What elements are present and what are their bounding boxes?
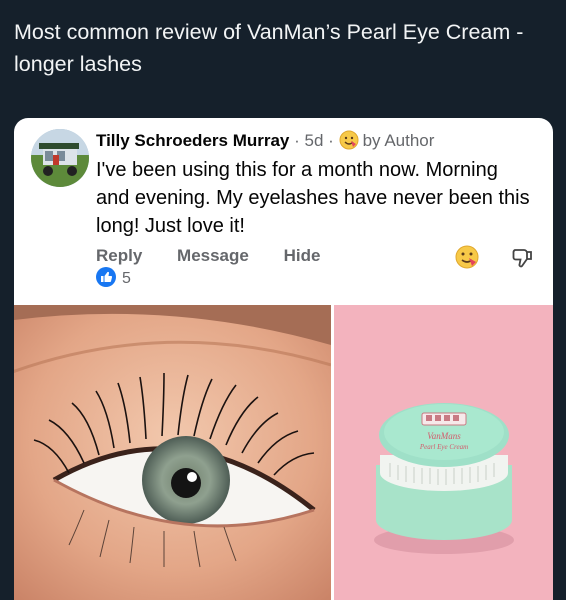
reply-button[interactable]: Reply xyxy=(96,246,142,265)
like-icon xyxy=(96,267,116,287)
like-count: 5 xyxy=(122,270,131,287)
jar-product: Pearl Eye Cream xyxy=(419,443,468,451)
comment-card: Tilly Schroeders Murray · 5d · by Author… xyxy=(14,118,553,600)
post-text: Most common review of VanMan’s Pearl Eye… xyxy=(14,20,524,76)
jar-brand: VanMans xyxy=(427,431,461,441)
comment-body: I've been using this for a month now. Mo… xyxy=(96,159,530,237)
comment-time[interactable]: 5d xyxy=(305,131,324,150)
hide-button[interactable]: Hide xyxy=(284,246,321,265)
separator: · xyxy=(328,131,334,150)
like-summary[interactable]: 5 xyxy=(96,267,131,289)
eye-photo[interactable] xyxy=(14,305,331,600)
dislike-icon[interactable] xyxy=(511,246,535,270)
message-button[interactable]: Message xyxy=(177,246,249,265)
author-badge-icon xyxy=(339,130,359,150)
attached-images: VanMans Pearl Eye Cream xyxy=(14,305,553,600)
comment-author[interactable]: Tilly Schroeders Murray xyxy=(96,131,289,150)
separator: · xyxy=(294,131,300,150)
reaction-icon[interactable] xyxy=(454,244,480,270)
avatar[interactable] xyxy=(31,129,89,187)
comment-actions: Reply Message Hide xyxy=(96,246,350,266)
author-badge-label: by Author xyxy=(362,131,435,150)
comment-header: Tilly Schroeders Murray · 5d · by Author xyxy=(96,130,536,151)
eye-cream-jar-photo[interactable]: VanMans Pearl Eye Cream xyxy=(334,305,553,600)
